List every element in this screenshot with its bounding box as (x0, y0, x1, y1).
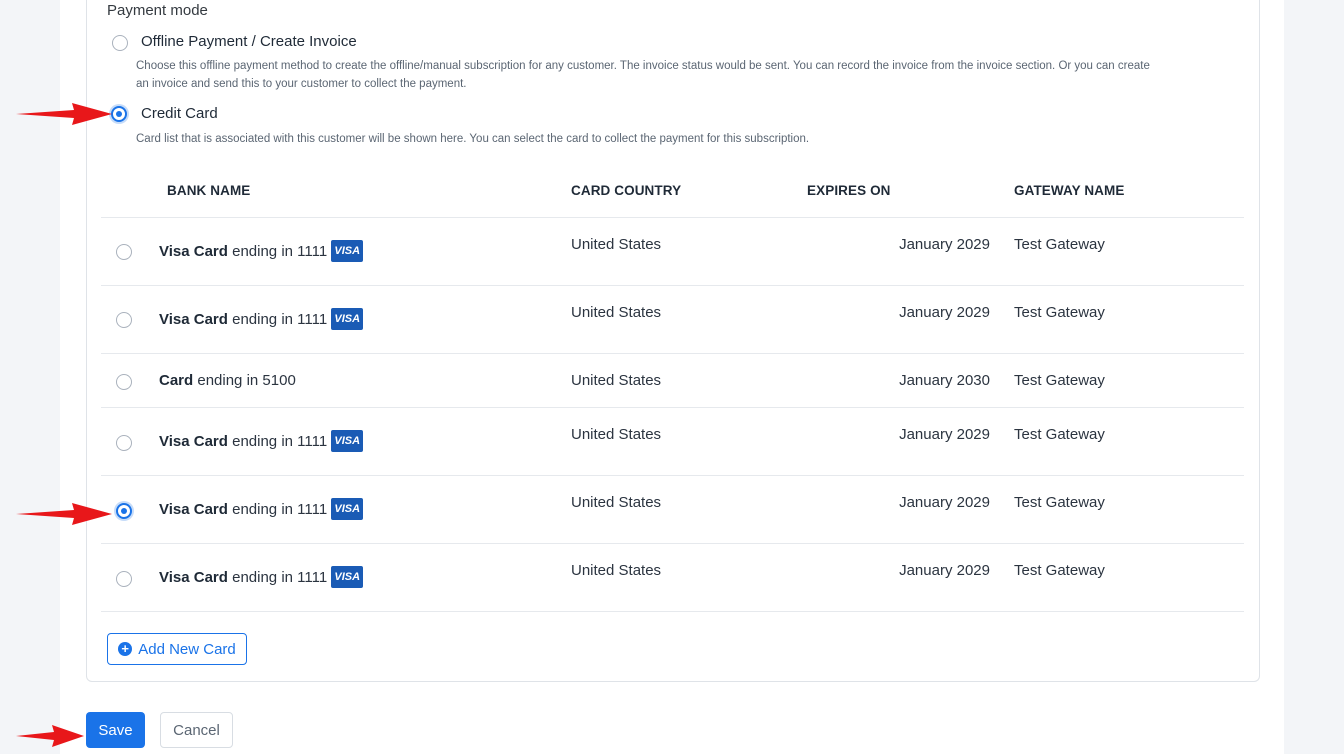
plus-circle-icon: + (118, 642, 133, 656)
offline-payment-label[interactable]: Offline Payment / Create Invoice (141, 33, 357, 50)
credit-card-description: Card list that is associated with this c… (136, 133, 810, 145)
card-row-radio[interactable] (116, 244, 132, 260)
bank-name-cell: Visa Card ending in 1111 VISA (159, 498, 364, 521)
header-gateway-name: GATEWAY NAME (1014, 183, 1125, 198)
card-country-cell: United States (571, 236, 662, 253)
card-country-cell: United States (571, 426, 662, 443)
credit-card-label[interactable]: Credit Card (141, 105, 218, 122)
gateway-name-cell: Test Gateway (1014, 236, 1105, 253)
bank-name-cell: Visa Card ending in 1111 VISA (159, 308, 364, 331)
visa-logo-icon: VISA (331, 240, 364, 262)
annotation-arrow-icon (16, 503, 112, 525)
row-divider (101, 543, 1244, 544)
annotation-arrow-icon (16, 725, 84, 747)
gateway-name-cell: Test Gateway (1014, 562, 1105, 579)
expires-on-cell: January 2029 (899, 236, 990, 253)
gateway-name-cell: Test Gateway (1014, 304, 1105, 321)
visa-logo-icon: VISA (331, 498, 364, 520)
card-row-radio[interactable] (116, 435, 132, 451)
visa-logo-icon: VISA (331, 308, 364, 330)
cancel-button[interactable]: Cancel (160, 712, 233, 748)
payment-mode-label: Payment mode (107, 2, 208, 19)
gateway-name-cell: Test Gateway (1014, 494, 1105, 511)
save-button[interactable]: Save (86, 712, 145, 748)
row-divider (101, 475, 1244, 476)
bank-name-cell: Visa Card ending in 1111 VISA (159, 240, 364, 263)
offline-payment-description: Choose this offline payment method to cr… (136, 60, 1150, 90)
expires-on-cell: January 2029 (899, 562, 990, 579)
card-country-cell: United States (571, 494, 662, 511)
expires-on-cell: January 2029 (899, 426, 990, 443)
card-row-radio[interactable] (116, 503, 132, 519)
annotation-arrow-icon (16, 103, 112, 125)
visa-logo-icon: VISA (331, 430, 364, 452)
visa-logo-icon: VISA (331, 566, 364, 588)
header-expires-on: EXPIRES ON (807, 183, 891, 198)
header-card-country: CARD COUNTRY (571, 183, 682, 198)
gateway-name-cell: Test Gateway (1014, 372, 1105, 389)
bank-name-cell: Visa Card ending in 1111 VISA (159, 430, 364, 453)
card-country-cell: United States (571, 372, 662, 389)
row-divider (101, 217, 1244, 218)
expires-on-cell: January 2030 (899, 372, 990, 389)
bank-name-cell: Visa Card ending in 1111 VISA (159, 566, 364, 589)
row-divider (101, 611, 1244, 612)
card-country-cell: United States (571, 562, 662, 579)
card-country-cell: United States (571, 304, 662, 321)
row-divider (101, 353, 1244, 354)
add-new-card-button[interactable]: + Add New Card (107, 633, 247, 665)
row-divider (101, 407, 1244, 408)
expires-on-cell: January 2029 (899, 304, 990, 321)
gateway-name-cell: Test Gateway (1014, 426, 1105, 443)
header-bank-name: BANK NAME (167, 183, 251, 198)
expires-on-cell: January 2029 (899, 494, 990, 511)
offline-payment-radio[interactable] (112, 35, 128, 51)
card-row-radio[interactable] (116, 374, 132, 390)
card-row-radio[interactable] (116, 312, 132, 328)
bank-name-cell: Card ending in 5100 (159, 372, 296, 389)
row-divider (101, 285, 1244, 286)
card-row-radio[interactable] (116, 571, 132, 587)
